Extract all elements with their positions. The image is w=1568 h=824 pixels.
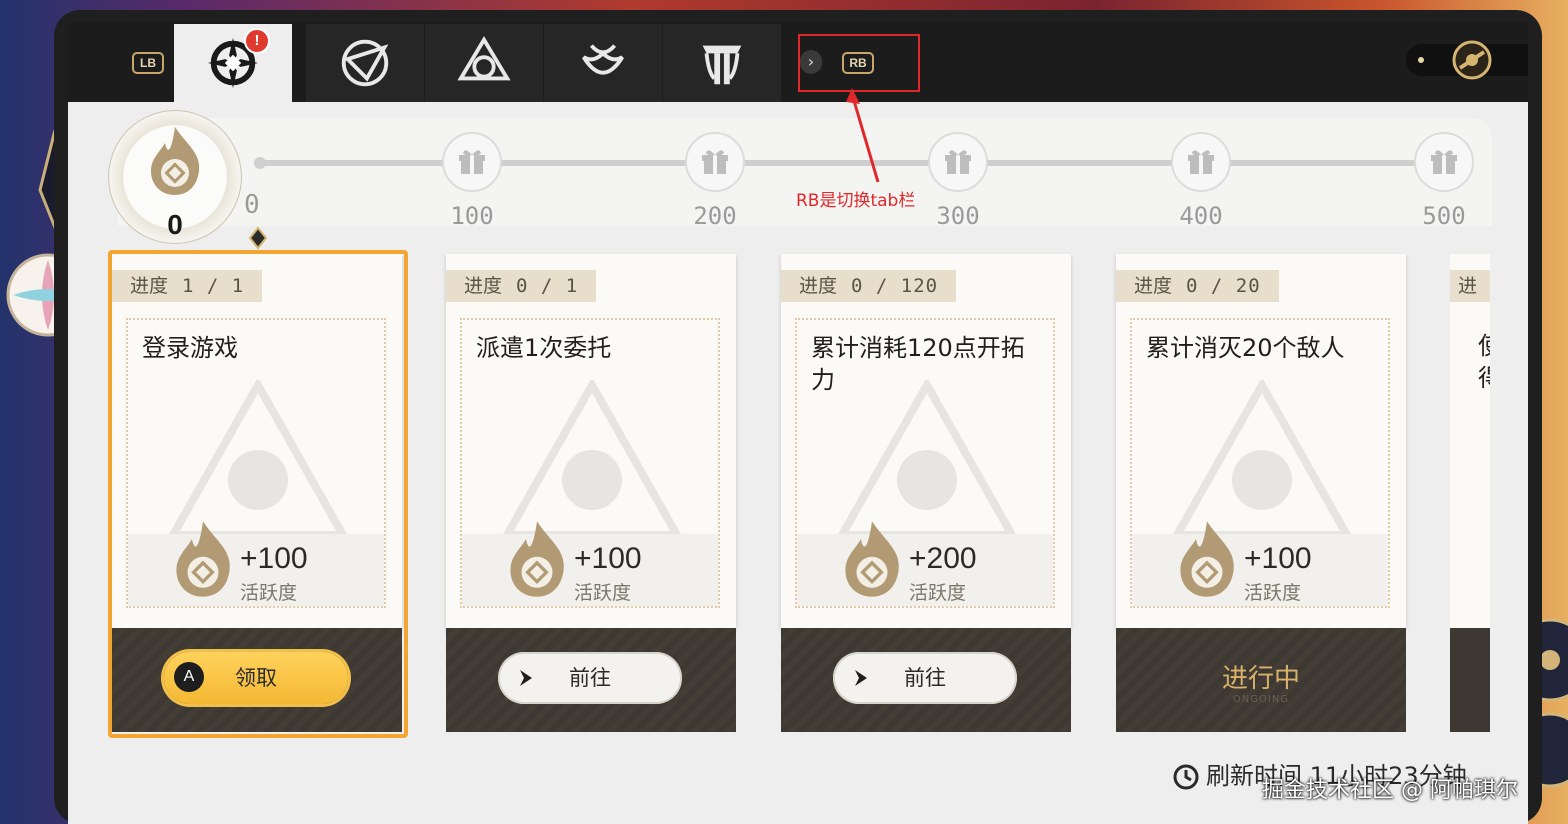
clock-icon xyxy=(1173,764,1199,790)
gift-box-icon xyxy=(1414,132,1474,192)
task-title: 派遣1次委托 xyxy=(476,334,612,362)
task-title: 累计消灭20个敌人 xyxy=(1146,334,1345,362)
task-card-body: 进度 0 / 120 累计消耗120点开拓力 +200 活跃度 xyxy=(781,254,1071,628)
shell-emblem-icon xyxy=(582,44,624,75)
a-button-icon: A xyxy=(174,662,204,692)
task-progress-tag: 进度 0 / 1 xyxy=(446,270,597,302)
gift-box-icon xyxy=(928,132,988,192)
task-card-footer xyxy=(1450,628,1490,732)
task-card-footer: 进行中 ONGOING xyxy=(1116,628,1406,732)
game-screen: LB ! › RB 0 0 100 200 300 400 500 RB是切换t… xyxy=(68,22,1528,824)
task-card-body: 进度 0 / 1 派遣1次委托 +100 活跃度 xyxy=(446,254,736,628)
reward-label: 活跃度 xyxy=(1244,582,1302,604)
go-arrow-icon xyxy=(520,670,532,686)
milestone-label: 400 xyxy=(1179,202,1223,230)
goto-button-label: 前往 xyxy=(569,666,611,690)
task-card-inner: 登录游戏 +100 活跃度 xyxy=(126,318,386,608)
task-progress-tag: 进 xyxy=(1450,270,1490,302)
task-card-partial[interactable]: 进 使得 xyxy=(1450,254,1490,732)
goto-button[interactable]: 前往 xyxy=(498,652,682,704)
claim-button[interactable]: A 领取 xyxy=(164,652,348,704)
activity-points-medal: 0 xyxy=(108,110,242,244)
milestone-label: 500 xyxy=(1422,202,1466,230)
task-title: 使得 xyxy=(1478,330,1490,394)
in-progress-status: 进行中 xyxy=(1221,664,1300,694)
task-card-footer: A 领取 xyxy=(112,628,402,732)
reward-label: 活跃度 xyxy=(574,582,632,604)
task-title: 登录游戏 xyxy=(142,334,238,362)
milestone-label: 300 xyxy=(936,202,980,230)
milestone-500[interactable]: 500 xyxy=(1414,132,1474,242)
reward-label: 活跃度 xyxy=(240,582,298,604)
milestone-label: 100 xyxy=(450,202,494,230)
tri-emblem-icon xyxy=(457,36,511,81)
milestone-300[interactable]: 300 xyxy=(928,132,988,242)
in-progress-subtext: ONGOING xyxy=(1232,694,1290,705)
reward-label: 活跃度 xyxy=(909,582,967,604)
compass-triangle-icon xyxy=(341,39,389,87)
reward-value: +200 xyxy=(909,542,977,575)
alert-badge: ! xyxy=(244,28,270,54)
annotation-highlight-box xyxy=(798,34,920,92)
task-card[interactable]: 进度 0 / 120 累计消耗120点开拓力 +200 活跃度 前往 xyxy=(781,254,1071,732)
source-watermark: 掘金技术社区 @ 阿帕琪尔 xyxy=(1262,778,1518,803)
milestone-label: 200 xyxy=(693,202,737,230)
task-card[interactable]: 进度 0 / 20 累计消灭20个敌人 +100 活跃度 进行中 ONGOING xyxy=(1116,254,1406,732)
indicator-dot xyxy=(1418,57,1424,63)
annotation-arrow-icon xyxy=(846,88,880,183)
milestone-200[interactable]: 200 xyxy=(685,132,745,242)
task-card-inner: 派遣1次委托 +100 活跃度 xyxy=(460,318,720,608)
task-title: 累计消耗120点开拓力 xyxy=(811,334,1025,394)
tab-5[interactable] xyxy=(663,24,781,102)
gift-box-icon xyxy=(442,132,502,192)
tab-3[interactable] xyxy=(425,24,543,102)
task-card-body: 进度 1 / 1 登录游戏 +100 活跃度 xyxy=(112,254,402,628)
task-card-body xyxy=(1450,254,1490,628)
task-progress-tag: 进度 0 / 20 xyxy=(1116,270,1279,302)
milestone-400[interactable]: 400 xyxy=(1171,132,1231,242)
task-progress-tag: 进度 0 / 120 xyxy=(781,270,957,302)
activity-flame-icon xyxy=(176,521,230,597)
reward-value: +100 xyxy=(574,542,642,575)
track-start-dot xyxy=(254,157,266,169)
tab-daily-training[interactable]: ! xyxy=(174,24,292,102)
player-badge[interactable] xyxy=(1406,40,1528,80)
task-progress-tag: 进度 1 / 1 xyxy=(112,270,263,302)
activity-flame-icon xyxy=(845,521,899,597)
activity-flame-icon xyxy=(1180,521,1234,597)
claim-button-label: 领取 xyxy=(235,666,277,690)
task-card[interactable]: 进度 0 / 1 派遣1次委托 +100 活跃度 前往 xyxy=(446,254,736,732)
reward-value: +100 xyxy=(240,542,308,575)
goto-button-label: 前往 xyxy=(904,666,946,690)
task-card[interactable]: 进度 1 / 1 登录游戏 +100 活跃度 A 领取 xyxy=(108,250,408,738)
goto-button[interactable]: 前往 xyxy=(833,652,1017,704)
activity-points-value: 0 xyxy=(167,209,183,240)
milestone-label-0: 0 xyxy=(244,190,260,220)
task-card-inner: 累计消耗120点开拓力 +200 活跃度 xyxy=(795,318,1055,608)
task-card-footer: 前往 xyxy=(446,628,736,732)
task-card-footer: 前往 xyxy=(781,628,1071,732)
annotation-text: RB是切换tab栏 xyxy=(796,191,916,211)
activity-flame-icon xyxy=(510,521,564,597)
player-emblem-icon xyxy=(1452,40,1492,80)
pillar-emblem-icon xyxy=(702,45,742,85)
go-arrow-icon xyxy=(855,670,867,686)
gift-box-icon xyxy=(1171,132,1231,192)
tab-4[interactable] xyxy=(544,24,662,102)
task-card-inner: 累计消灭20个敌人 +100 活跃度 xyxy=(1130,318,1390,608)
tab-2[interactable] xyxy=(306,24,424,102)
task-card-body: 进度 0 / 20 累计消灭20个敌人 +100 活跃度 xyxy=(1116,254,1406,628)
milestone-100[interactable]: 100 xyxy=(442,132,502,242)
activity-flame-icon xyxy=(151,127,200,195)
gift-box-icon xyxy=(685,132,745,192)
reward-value: +100 xyxy=(1244,542,1312,575)
lb-button[interactable]: LB xyxy=(132,52,164,74)
current-position-marker-icon xyxy=(248,226,268,250)
